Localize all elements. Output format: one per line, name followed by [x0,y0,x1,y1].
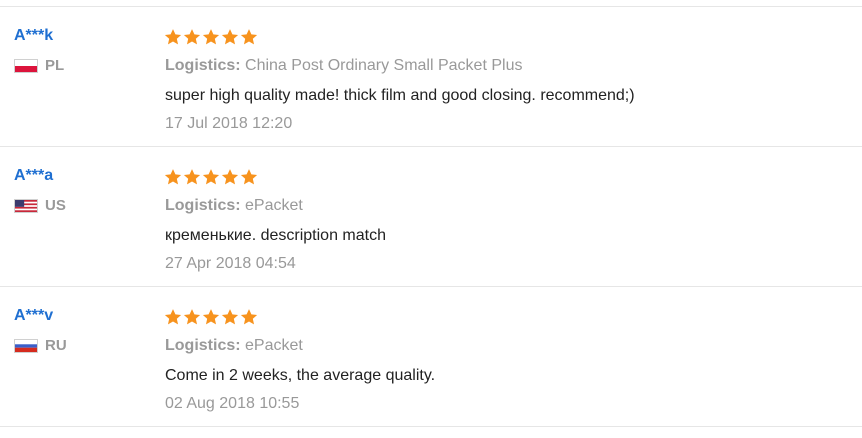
star-icon [221,169,239,185]
review-item: A***a US Logistics: ePacket кременькие. … [0,146,862,286]
buyer-name[interactable]: A***k [14,26,53,46]
star-icon [240,169,258,185]
star-icon [183,309,201,325]
review-date: 17 Jul 2018 12:20 [165,115,293,132]
star-rating [164,168,258,186]
review-text: кременькие. description match [165,227,386,244]
review-text: super high quality made! thick film and … [165,87,635,104]
logistics-info: Logistics: China Post Ordinary Small Pac… [165,56,522,76]
star-icon [164,29,182,45]
star-rating [164,308,258,326]
buyer-country: PL [14,56,64,76]
star-icon [164,169,182,185]
review-date: 27 Apr 2018 04:54 [165,255,296,272]
logistics-value: ePacket [245,337,303,354]
poland-flag-icon [14,59,38,73]
usa-flag-icon [14,199,38,213]
russia-flag-icon [14,339,38,353]
country-code: RU [45,337,67,354]
review-item: A***v RU Logistics: ePacket Come in 2 we… [0,286,862,426]
star-icon [221,309,239,325]
buyer-country: RU [14,336,67,356]
star-icon [164,309,182,325]
country-code: US [45,197,66,214]
star-icon [183,29,201,45]
logistics-info: Logistics: ePacket [165,196,303,216]
buyer-name[interactable]: A***a [14,166,53,186]
star-icon [202,169,220,185]
logistics-value: China Post Ordinary Small Packet Plus [245,57,523,74]
review-item: A***k PL Logistics: China Post Ordinary … [0,6,862,146]
star-icon [202,29,220,45]
review-text: Come in 2 weeks, the average quality. [165,367,436,384]
star-icon [221,29,239,45]
star-icon [183,169,201,185]
logistics-label: Logistics: [165,197,241,214]
star-rating [164,28,258,46]
feedback-list: A***k PL Logistics: China Post Ordinary … [0,0,862,438]
star-icon [202,309,220,325]
buyer-name[interactable]: A***v [14,306,53,326]
logistics-label: Logistics: [165,57,241,74]
review-date: 02 Aug 2018 10:55 [165,395,300,412]
star-icon [240,29,258,45]
logistics-value: ePacket [245,197,303,214]
logistics-info: Logistics: ePacket [165,336,303,356]
buyer-country: US [14,196,66,216]
star-icon [240,309,258,325]
logistics-label: Logistics: [165,337,241,354]
country-code: PL [45,57,65,74]
divider [0,426,862,427]
